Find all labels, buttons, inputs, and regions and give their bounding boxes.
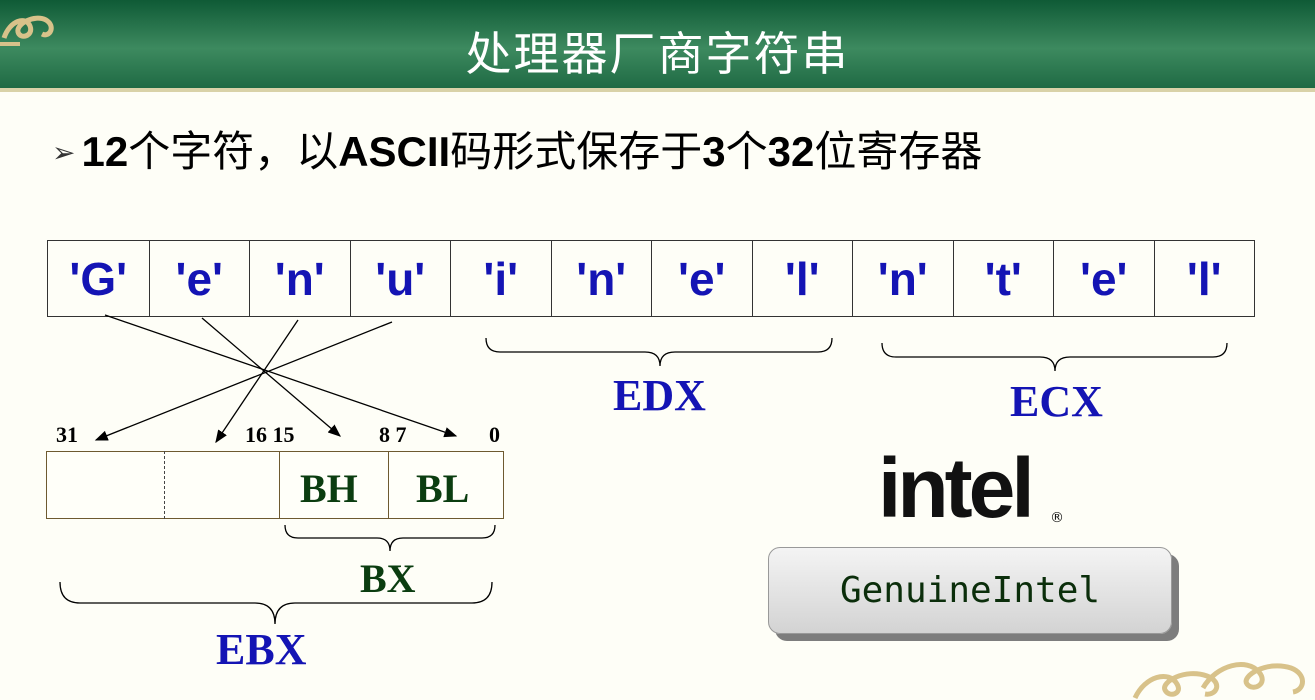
registered-mark: ®: [1050, 510, 1064, 526]
vendor-string-box: GenuineIntel: [768, 547, 1172, 634]
map-arrow: [104, 314, 458, 438]
register-divider-bl: [388, 451, 389, 519]
corner-ornament-icon: [1132, 662, 1305, 700]
bit-16-15-label: 16 15: [245, 422, 295, 447]
ebx-brace: [59, 581, 493, 625]
ecx-label: ECX: [1010, 377, 1103, 426]
bl-label: BL: [416, 466, 470, 511]
bx-brace: [284, 524, 496, 552]
ebx-label: EBX: [216, 625, 307, 674]
bh-label: BH: [300, 466, 358, 511]
bit-31-label: 31: [56, 422, 78, 447]
map-arrow: [201, 317, 341, 437]
register-divider-dashed: [164, 451, 165, 519]
intel-logo: intel: [878, 441, 1035, 535]
bx-label: BX: [360, 556, 416, 601]
register-divider-bh: [279, 451, 280, 519]
bit-0-label: 0: [489, 422, 500, 447]
edx-label: EDX: [613, 371, 706, 420]
map-arrow: [94, 321, 393, 441]
bit-8-7-label: 8 7: [379, 422, 407, 447]
edx-brace: [485, 337, 833, 367]
ecx-brace: [881, 342, 1228, 372]
vendor-string: GenuineIntel: [839, 570, 1101, 611]
